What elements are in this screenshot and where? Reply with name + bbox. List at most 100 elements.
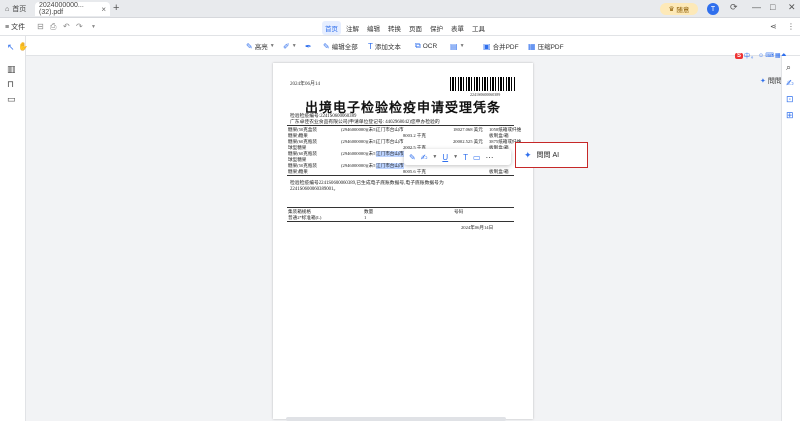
chevron-down-icon[interactable]: ▼	[453, 154, 458, 160]
undo-icon[interactable]: ↶	[63, 22, 70, 31]
sign-icon[interactable]: ✍	[421, 153, 428, 162]
minimize-icon[interactable]: —	[752, 2, 761, 12]
origin-selected[interactable]: 江门市台山市	[376, 151, 404, 157]
tab-home[interactable]: 首页	[322, 21, 341, 35]
right-tool-panel: ⌕ ✍ ⊡ ⊞	[781, 56, 800, 421]
container-table-top-rule	[287, 207, 514, 208]
value: 20002.525 美元	[453, 139, 483, 144]
tab-page[interactable]: 页面	[406, 21, 425, 35]
tab-annotate[interactable]: 注解	[343, 21, 362, 35]
merge-pdf-button[interactable]: ▣ 合并PDF	[483, 40, 519, 52]
applicant-line: 广东卓佳农业食品有限公司(申请单位登记号: 4402968042)您申办检验的	[290, 120, 440, 125]
left-sidebar: ↖ ✋ ▥ ⊓ ▭	[0, 36, 28, 421]
ocr-button[interactable]: ⧉ OCR	[415, 40, 437, 52]
goods-name-cont: 球型糖果	[288, 156, 307, 162]
text-icon[interactable]: T	[463, 153, 468, 162]
quick-access-dropdown-icon[interactable]: ▼	[91, 24, 96, 30]
scan-icon[interactable]: ⊡	[786, 94, 794, 105]
chevron-down-icon: ▼	[459, 43, 465, 49]
goods-name: 糖果(60克瓶装	[288, 151, 318, 156]
file-menu-label: 文件	[11, 24, 26, 31]
goods-name: 糖果(60克瓶装	[288, 139, 318, 144]
ask-ai-button[interactable]: ✦ 問問 AI	[515, 142, 588, 168]
share-icon[interactable]: ⋖	[770, 22, 777, 31]
menu-bar: ≡ 文件 ⊟ ⎙ ↶ ↷ ▼ 首页 注解 编辑 转换 页面 保护 表單 工具 ⋖…	[0, 18, 800, 36]
ribbon-tabs: 首页 注解 编辑 转换 页面 保护 表單 工具	[322, 21, 488, 35]
redo-icon[interactable]: ↷	[76, 22, 83, 31]
note-line-2: 2241S0600060389001。	[290, 187, 339, 192]
more-options-icon[interactable]: ⋮	[787, 22, 795, 31]
document-date: 2024年06月14	[290, 82, 321, 87]
comment-icon[interactable]: ▭	[473, 153, 481, 162]
convert-button[interactable]: ▤ ▼	[450, 40, 465, 52]
text-tool-button[interactable]: ✒	[305, 40, 312, 52]
text-tool-icon: ✒	[305, 41, 312, 51]
print-icon[interactable]: ⎙	[50, 22, 56, 32]
packing: 板制盒/箱	[489, 169, 509, 174]
underline-icon[interactable]: U	[442, 153, 448, 162]
tab-tools[interactable]: 工具	[469, 21, 488, 35]
edit-icon[interactable]: ✎	[409, 153, 416, 162]
edit-all-label: 编辑全部	[331, 44, 358, 51]
underline-tool-icon: ✐	[283, 41, 290, 51]
chevron-down-icon: ▼	[269, 43, 275, 49]
underline-tool-button[interactable]: ✐ ▼	[283, 40, 297, 52]
ocr-panel-icon[interactable]: ⊞	[786, 110, 794, 121]
sign-icon[interactable]: ✍	[786, 78, 794, 89]
hand-tool-icon[interactable]: ✋	[18, 42, 28, 51]
packing: 1050纸箱或纤维 板制盒/箱	[489, 127, 521, 138]
packing-text: 1050纸箱或纤维	[489, 127, 522, 132]
origin-selected[interactable]: 江门市台山市	[376, 163, 404, 169]
compress-pdf-label: 压缩PDF	[537, 44, 564, 51]
select-cursor-icon[interactable]: ↖	[7, 42, 15, 53]
compress-pdf-button[interactable]: ▦ 压缩PDF	[528, 40, 564, 52]
edit-all-button[interactable]: ✎ 编辑全部	[323, 40, 358, 52]
goods-name: 糖果(50克盒装	[288, 127, 318, 132]
horizontal-scrollbar[interactable]	[286, 417, 506, 421]
tab-edit[interactable]: 编辑	[364, 21, 383, 35]
search-icon[interactable]: ⌕	[786, 62, 791, 73]
close-tab-icon[interactable]: ×	[101, 5, 106, 14]
tab-convert[interactable]: 转换	[385, 21, 404, 35]
container-type: 普通2*标准箱(L)	[288, 215, 322, 220]
goods-name: 糖果(50克瓶装	[288, 163, 318, 168]
close-window-icon[interactable]: ✕	[788, 2, 796, 13]
headset-icon[interactable]: ⟳	[730, 2, 738, 13]
maximize-icon[interactable]: □	[770, 2, 775, 12]
tab-form[interactable]: 表單	[448, 21, 467, 35]
table-row: 糖果(50克盒装 糖果)糖果	[288, 127, 317, 138]
comments-icon[interactable]: ▭	[7, 94, 16, 105]
add-text-button[interactable]: T 添加文本	[368, 40, 401, 52]
more-icon[interactable]: ⋯	[486, 153, 494, 162]
crown-icon: ♛	[668, 6, 675, 13]
packing-text-cont: 板制盒/箱	[489, 132, 509, 138]
home-tab-label: 首页	[12, 6, 27, 13]
ai-sparkle-icon: ✦	[524, 149, 532, 160]
edit-all-icon: ✎	[323, 41, 330, 51]
table-row: 糖果(50克瓶装 糖果)糖果	[288, 163, 317, 174]
add-text-label: 添加文本	[374, 44, 401, 51]
tab-protect[interactable]: 保护	[427, 21, 446, 35]
save-icon[interactable]: ⊟	[37, 22, 44, 31]
bookmark-icon[interactable]: ⊓	[7, 79, 14, 90]
hs-code: (2946000000)(未5)	[341, 151, 377, 156]
ime-indicator[interactable]: S 中 。 ☺ ⌨ ▦ ◆	[735, 51, 786, 60]
weight: 8003.2 千克	[403, 133, 426, 138]
file-menu[interactable]: ≡ 文件	[5, 22, 25, 32]
home-tab[interactable]: ⌂ 首页	[5, 2, 26, 16]
ime-logo: S	[735, 52, 744, 59]
user-avatar[interactable]: T	[707, 3, 719, 15]
upgrade-label: 随意	[676, 7, 690, 14]
ime-grid-icon: ▦	[774, 53, 781, 59]
pdf-page: 2024年06月14 2241S0600060389 出境电子检验检疫申请受理凭…	[273, 63, 533, 419]
document-tab[interactable]: 2024000000...(32).pdf ×	[35, 2, 110, 16]
upgrade-button[interactable]: ♛ 随意	[660, 3, 698, 15]
new-tab-button[interactable]: +	[113, 2, 119, 14]
thumbnails-icon[interactable]: ▥	[7, 64, 16, 75]
goods-name-cont: 糖果)糖果	[288, 168, 308, 174]
container-table-bottom-rule	[287, 221, 514, 222]
ime-emoji-icon: ☺	[758, 52, 765, 59]
goods-name-cont: 糖果)糖果	[288, 132, 308, 138]
chevron-down-icon[interactable]: ▼	[432, 154, 437, 160]
highlight-button[interactable]: ✎ 高亮 ▼	[246, 40, 275, 52]
